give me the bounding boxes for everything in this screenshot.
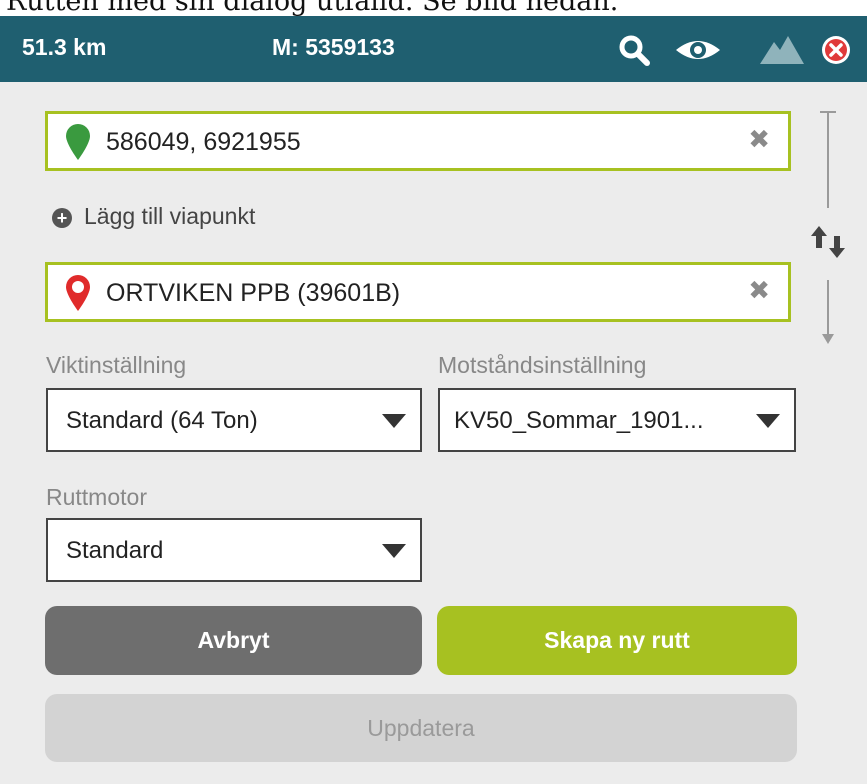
search-icon[interactable]: [614, 30, 654, 70]
update-button[interactable]: Uppdatera: [45, 694, 797, 762]
dropdown-arrow-icon: [756, 414, 780, 428]
weight-setting-select[interactable]: Standard (64 Ton): [46, 388, 422, 452]
dropdown-arrow-icon: [382, 544, 406, 558]
resistance-setting-label: Motståndsinställning: [438, 352, 647, 378]
start-point-value: 586049, 6921955: [106, 128, 301, 156]
dropdown-arrow-icon: [382, 414, 406, 428]
weight-setting-value: Standard (64 Ton): [66, 407, 258, 434]
end-pin-icon: [64, 273, 92, 318]
add-waypoint-label: Lägg till viapunkt: [84, 203, 256, 229]
clear-end-icon[interactable]: ✖: [748, 275, 770, 306]
top-bar: 51.3 km M: 5359133: [0, 16, 867, 82]
route-panel: 586049, 6921955 ✖ + Lägg till viapunkt OR…: [0, 82, 867, 784]
cancel-button[interactable]: Avbryt: [45, 606, 422, 675]
clear-start-icon[interactable]: ✖: [748, 124, 770, 155]
caption-text: Rutten med sin dialog utfälld. Se bild n…: [6, 0, 619, 17]
close-icon[interactable]: [818, 30, 854, 70]
weight-setting-label: Viktinställning: [46, 352, 187, 378]
route-engine-select[interactable]: Standard: [46, 518, 422, 582]
start-point-field[interactable]: 586049, 6921955 ✖: [45, 111, 791, 171]
mountain-icon[interactable]: [758, 30, 806, 70]
add-waypoint-button[interactable]: + Lägg till viapunkt: [52, 203, 255, 230]
distance-readout: 51.3 km: [22, 34, 107, 60]
measure-readout: M: 5359133: [272, 34, 395, 60]
resistance-setting-select[interactable]: KV50_Sommar_1901...: [438, 388, 796, 452]
end-point-value: ORTVIKEN PPB (39601B): [106, 279, 401, 307]
resistance-setting-value: KV50_Sommar_1901...: [454, 407, 704, 434]
eye-icon[interactable]: [672, 30, 724, 70]
route-engine-value: Standard: [66, 537, 164, 564]
add-circle-icon: +: [52, 207, 72, 228]
route-engine-label: Ruttmotor: [46, 484, 147, 510]
create-route-button[interactable]: Skapa ny rutt: [437, 606, 797, 675]
swap-direction-icon[interactable]: [808, 104, 852, 359]
start-pin-icon: [64, 122, 92, 167]
end-point-field[interactable]: ORTVIKEN PPB (39601B) ✖: [45, 262, 791, 322]
